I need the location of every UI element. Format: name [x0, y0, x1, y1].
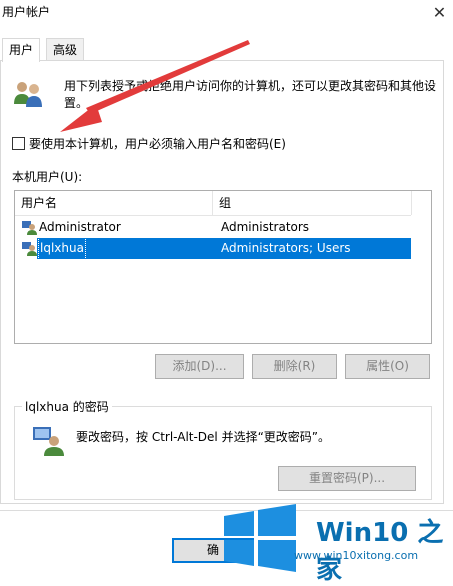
users-icon [14, 82, 42, 107]
title-bar: 用户帐户 ✕ [0, 0, 453, 30]
tab-bar: 用户 高级 [0, 38, 453, 62]
watermark-url: www.win10xitong.com [294, 549, 419, 562]
require-password-label[interactable]: 要使用本计算机，用户必须输入用户名和密码(E) [29, 135, 286, 152]
user-icon [22, 221, 37, 235]
local-users-label: 本机用户(U): [12, 170, 83, 184]
reset-password-button[interactable]: 重置密码(P)... [278, 466, 416, 491]
remove-user-button[interactable]: 删除(R) [252, 354, 337, 379]
require-password-checkbox[interactable] [12, 137, 25, 150]
close-icon: ✕ [432, 2, 447, 22]
local-users-list[interactable]: 用户名 组 Administrator Administrators lqlxh… [14, 190, 432, 344]
window-title: 用户帐户 [2, 5, 51, 19]
column-header-group[interactable]: 组 [213, 191, 412, 215]
table-row-selected[interactable]: lqlxhua Administrators; Users [15, 237, 411, 260]
require-password-row[interactable]: 要使用本计算机，用户必须输入用户名和密码(E) [12, 135, 286, 152]
username-cell: lqlxhua [38, 237, 86, 260]
tab-users[interactable]: 用户 [2, 38, 41, 62]
user-password-icon [33, 427, 64, 456]
tab-advanced[interactable]: 高级 [46, 38, 85, 61]
column-header-username[interactable]: 用户名 [15, 191, 213, 215]
properties-button[interactable]: 属性(O) [345, 354, 430, 379]
password-group-title: lqlxhua 的密码 [22, 398, 112, 415]
intro-text: 用下列表授予或拒绝用户访问你的计算机，还可以更改其密码和其他设置。 [64, 79, 437, 110]
password-instructions: 要改密码，按 Ctrl-Alt-Del 并选择“更改密码”。 [76, 430, 331, 444]
table-row[interactable]: Administrator Administrators [15, 217, 411, 238]
username-cell: Administrator [39, 220, 121, 234]
add-user-button[interactable]: 添加(D)... [155, 354, 244, 379]
close-button[interactable]: ✕ [426, 0, 453, 24]
list-header: 用户名 组 [15, 191, 412, 216]
group-cell: Administrators [221, 220, 310, 234]
group-cell: Administrators; Users [221, 241, 351, 255]
user-icon [22, 242, 37, 256]
